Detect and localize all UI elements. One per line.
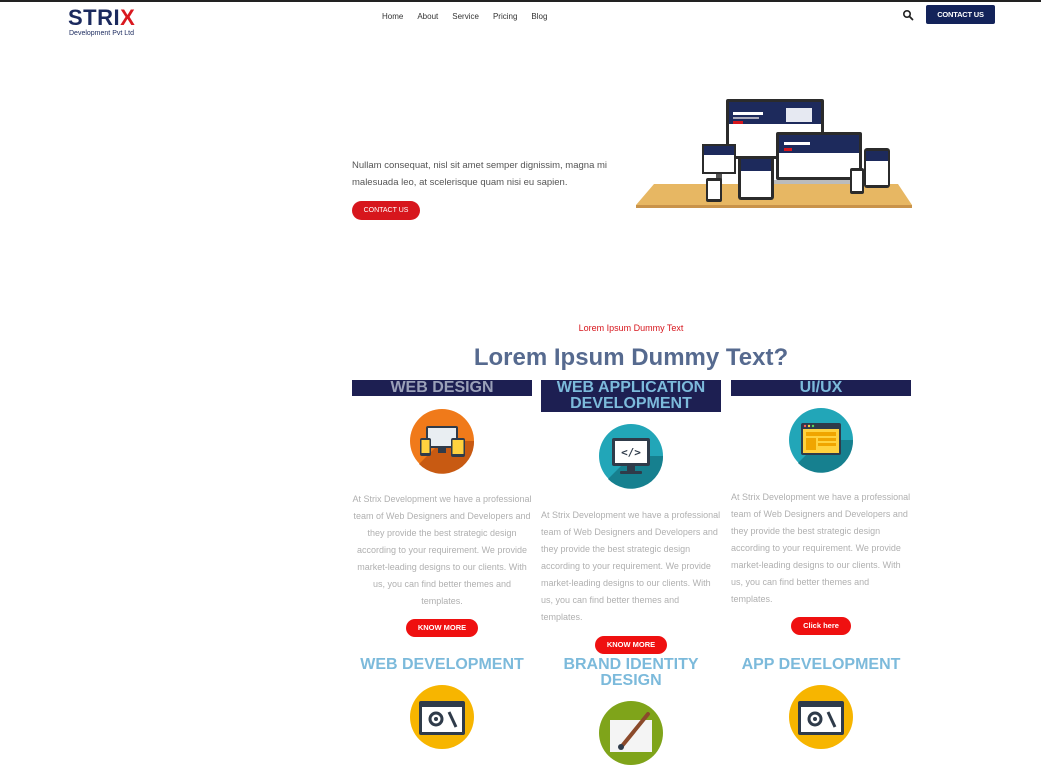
section-kicker: Lorem Ipsum Dummy Text [578,323,684,333]
card-description: At Strix Development we have a professio… [352,494,532,606]
service-card-brand-identity: BRAND IDENTITY DESIGN [541,657,721,771]
service-card-web-application: WEB APPLICATION DEVELOPMENT </> At Strix… [541,380,721,654]
service-card-app-development: APP DEVELOPMENT [731,657,911,755]
section-title: Lorem Ipsum Dummy Text? [473,344,789,371]
main-nav: Home About Service Pricing Blog [382,12,561,22]
layout-window-icon [789,408,854,473]
svg-text:</>: </> [621,446,641,459]
code-monitor-icon: </> [599,424,664,489]
logo-subtitle: Development Pvt Ltd [69,30,134,37]
nav-about[interactable]: About [417,12,438,22]
card-title: BRAND IDENTITY DESIGN [563,656,699,689]
logo[interactable]: STRIX Development Pvt Ltd [68,6,158,40]
card-title: WEB DEVELOPMENT [360,656,524,673]
gear-tools-icon [410,685,474,749]
hero-text: Nullam consequat, nisl sit amet semper d… [352,160,608,188]
nav-blog[interactable]: Blog [531,12,547,22]
know-more-button[interactable]: KNOW MORE [594,636,668,654]
nav-pricing[interactable]: Pricing [493,12,517,22]
logo-wordmark: STRI [68,5,121,30]
card-title: UI/UX [731,380,911,396]
card-title: WEB APPLICATION DEVELOPMENT [541,380,721,412]
service-card-ui-ux: UI/UX At Strix Development we have a pro… [731,380,911,635]
search-icon[interactable] [902,9,914,21]
logo-x: X [120,5,136,30]
devices-icon [410,409,475,474]
responsive-devices-illustration [636,99,912,208]
top-border [0,0,1041,2]
card-description: At Strix Development we have a professio… [541,510,721,622]
card-title: WEB DESIGN [352,380,532,396]
card-description: At Strix Development we have a professio… [731,492,911,604]
header-contact-button[interactable]: CONTACT US [926,5,995,24]
nav-service[interactable]: Service [452,12,479,22]
service-card-web-development: WEB DEVELOPMENT [352,657,532,755]
gear-tools-icon [789,685,853,749]
paintbrush-icon [599,701,663,765]
hero-contact-button[interactable]: CONTACT US [352,201,420,220]
nav-home[interactable]: Home [382,12,403,22]
click-here-button[interactable]: Click here [791,617,851,635]
service-card-web-design: WEB DESIGN At Strix Development we have … [352,380,532,637]
card-title: APP DEVELOPMENT [741,656,901,673]
know-more-button[interactable]: KNOW MORE [405,619,479,637]
